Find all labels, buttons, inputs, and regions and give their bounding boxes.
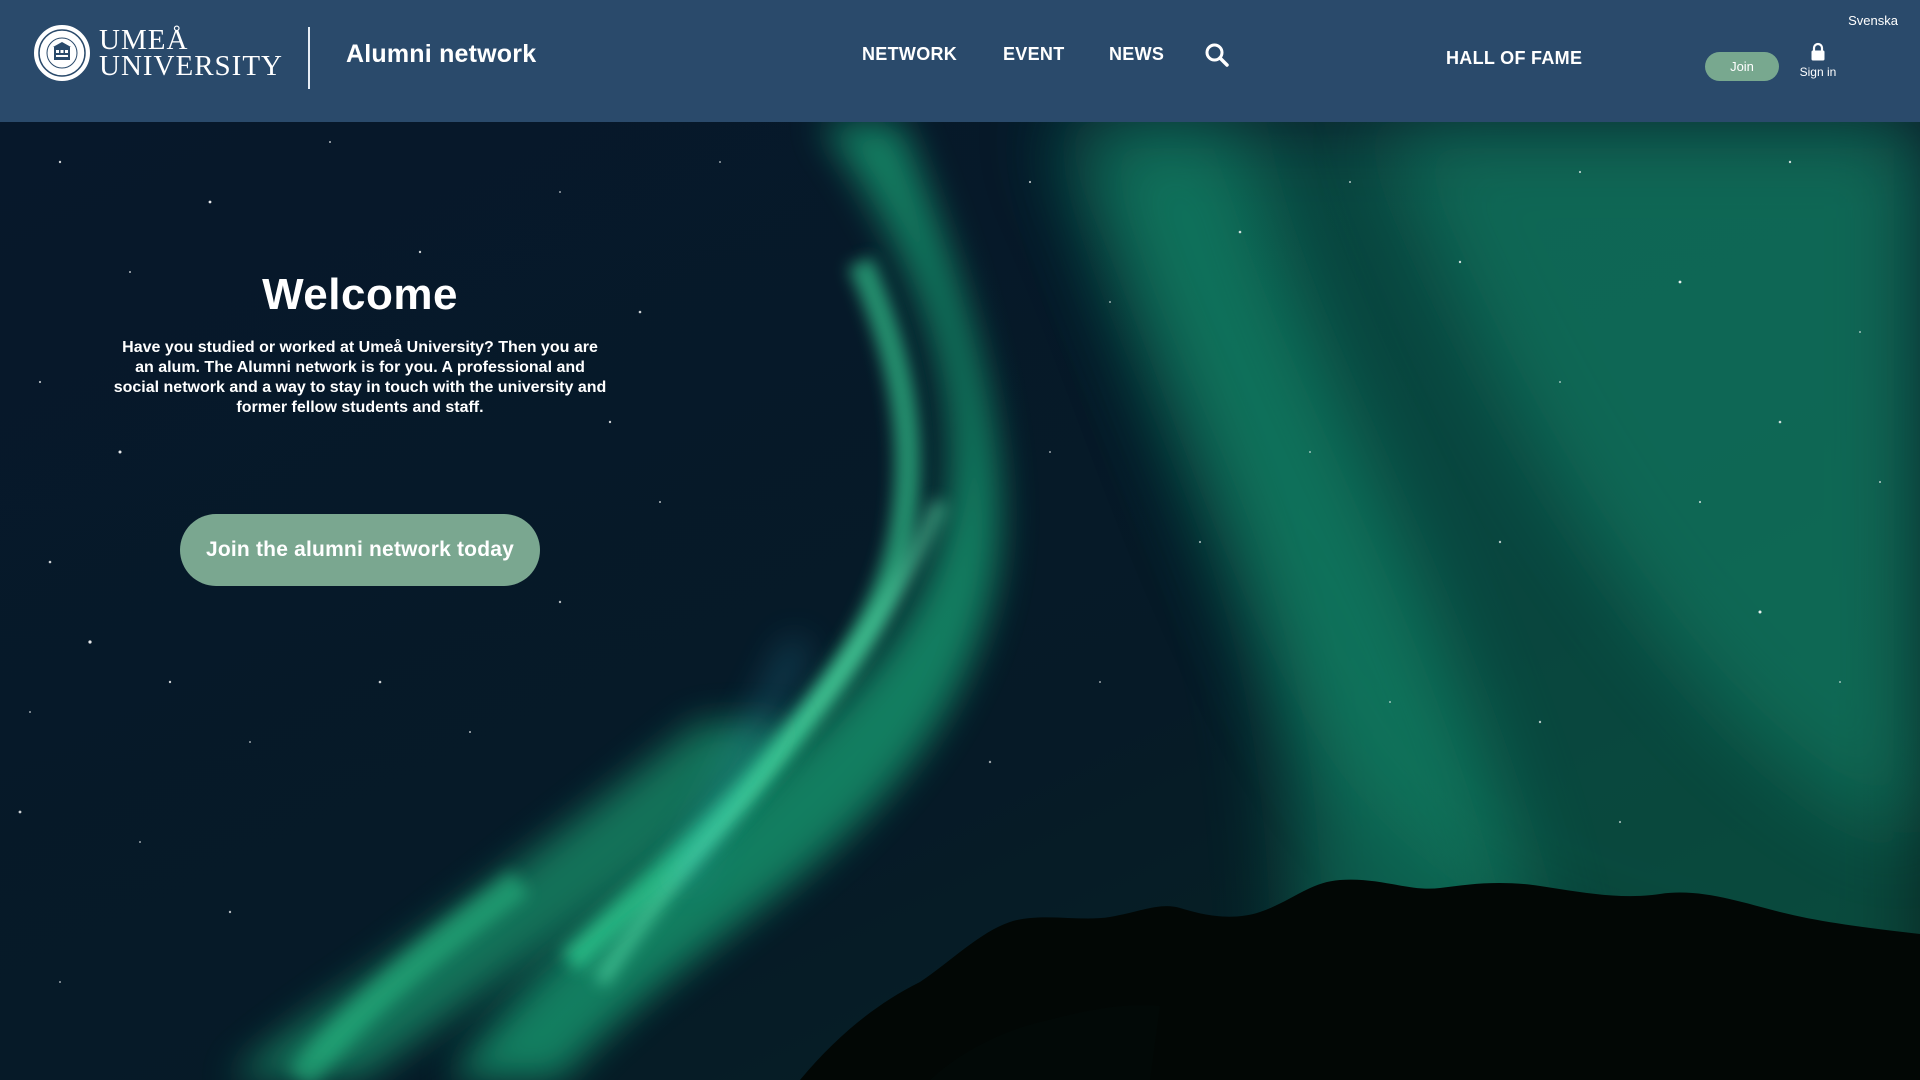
- header-divider: [308, 27, 310, 89]
- logo-wordmark: UMEÅ UNIVERSITY: [99, 26, 283, 82]
- sign-in-button[interactable]: Sign in: [1792, 42, 1844, 86]
- nav-event[interactable]: EVENT: [1003, 44, 1065, 65]
- nav-hall-of-fame[interactable]: HALL OF FAME: [1446, 48, 1582, 69]
- site-header: UMEÅ UNIVERSITY Alumni network NETWORK E…: [0, 0, 1920, 122]
- aurora-background-image: [0, 122, 1920, 1080]
- hero-section: Welcome Have you studied or worked at Um…: [0, 122, 1920, 1080]
- sign-in-label: Sign in: [1799, 65, 1837, 79]
- university-seal-icon: [34, 25, 90, 81]
- lock-icon: [1811, 42, 1825, 61]
- site-title[interactable]: Alumni network: [346, 40, 536, 69]
- welcome-text: Have you studied or worked at Umeå Unive…: [113, 339, 607, 416]
- nav-news[interactable]: NEWS: [1109, 44, 1164, 65]
- logo-line-2: UNIVERSITY: [99, 50, 283, 82]
- welcome-block: Welcome Have you studied or worked at Um…: [110, 270, 610, 418]
- join-button[interactable]: Join: [1705, 52, 1779, 81]
- search-icon[interactable]: [1204, 42, 1230, 68]
- join-alumni-network-button[interactable]: Join the alumni network today: [180, 514, 540, 586]
- university-logo[interactable]: UMEÅ UNIVERSITY: [34, 24, 282, 82]
- nav-network[interactable]: NETWORK: [862, 44, 957, 65]
- welcome-title: Welcome: [262, 270, 458, 319]
- language-switch-link[interactable]: Svenska: [1848, 13, 1898, 28]
